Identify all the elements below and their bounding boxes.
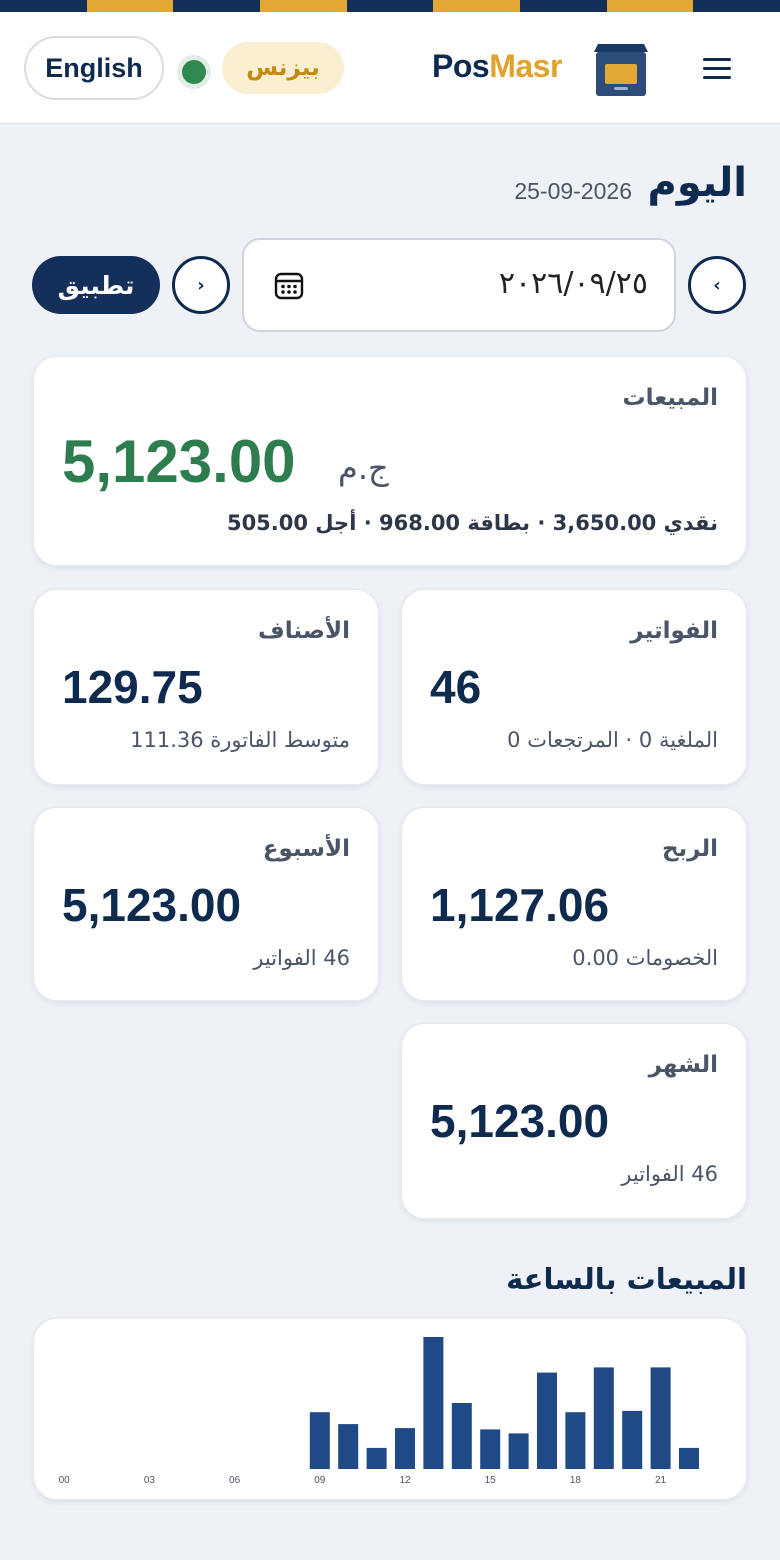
week-invoices-sub: 46 الفواتير	[253, 946, 350, 970]
chart-bar-hour-17	[537, 1372, 557, 1469]
menu-line	[703, 57, 731, 61]
chart-tick-label: 15	[485, 1475, 497, 1486]
chart-bar-hour-21	[650, 1367, 671, 1469]
month-label: الشهر	[648, 1052, 718, 1078]
profit-card: الربح 1,127.06 الخصومات 0.00	[401, 807, 747, 1001]
hamburger-menu-button[interactable]	[694, 48, 740, 88]
items-label: الأصناف	[258, 618, 350, 644]
top-stripe	[0, 0, 780, 12]
stripe-segment	[606, 0, 694, 12]
chart-bar-hour-14	[451, 1403, 472, 1469]
stripe-segment	[346, 0, 434, 12]
sales-payment-breakdown: نقدي 3,650.00 · بطاقة 968.00 · أجل 505.0…	[226, 511, 718, 535]
stripe-segment	[0, 0, 87, 12]
week-label: الأسبوع	[262, 836, 350, 862]
invoices-sub: الملغية 0 · المرتجعات 0	[507, 728, 718, 752]
chart-bar-hour-11	[366, 1447, 387, 1469]
hourly-sales-chart: 00 03 06 09 12 15 18 21	[59, 1337, 699, 1486]
profit-label: الربح	[661, 836, 718, 862]
stripe-segment	[260, 0, 347, 12]
chart-tick-label: 09	[314, 1475, 326, 1486]
stripe-segment	[520, 0, 607, 12]
top-bar: English بيزنس PosMasr	[0, 12, 780, 124]
discounts-sub: الخصومات 0.00	[572, 946, 718, 970]
chart-tick-label: 06	[229, 1475, 241, 1486]
chart-bar-hour-15	[480, 1429, 501, 1469]
page-title: اليوم	[647, 160, 747, 206]
sales-card: المبيعات 5,123.00 ج.م نقدي 3,650.00 · بط…	[33, 356, 747, 566]
chevron-left-icon: ‹	[713, 274, 721, 296]
items-card: الأصناف 129.75 متوسط الفاتورة 111.36	[33, 589, 379, 785]
week-value: 5,123.00	[62, 879, 242, 931]
date-field[interactable]: ٢٠٢٦/٠٩/٢٥	[242, 238, 676, 332]
stripe-segment	[693, 0, 780, 12]
chart-bar-hour-12	[395, 1428, 415, 1469]
invoices-value: 46	[430, 661, 482, 713]
chart-tick-label: 00	[59, 1475, 71, 1486]
store-box-logo-icon	[594, 44, 648, 96]
chart-bar-hour-22	[679, 1447, 699, 1469]
average-invoice-sub: متوسط الفاتورة 111.36	[130, 728, 350, 752]
language-toggle-button[interactable]: English	[24, 36, 164, 100]
week-card: الأسبوع 5,123.00 46 الفواتير	[33, 807, 379, 1001]
month-card: الشهر 5,123.00 46 الفواتير	[401, 1023, 747, 1219]
sales-label: المبيعات	[622, 385, 718, 411]
stripe-segment	[86, 0, 174, 12]
chart-tick-label: 21	[655, 1475, 667, 1486]
next-day-button[interactable]: ‹	[688, 256, 746, 314]
chart-bar-hour-16	[508, 1433, 529, 1469]
chart-bar-hour-19	[593, 1367, 614, 1469]
chart-bar-hour-20	[622, 1410, 643, 1469]
plan-badge: بيزنس	[222, 42, 344, 94]
month-value: 5,123.00	[430, 1095, 610, 1147]
apply-button[interactable]: تطبيق	[32, 256, 160, 314]
invoices-label: الفواتير	[630, 618, 718, 644]
month-invoices-sub: 46 الفواتير	[621, 1162, 718, 1186]
page-date: 25-09-2026	[514, 178, 632, 204]
chart-bar-hour-13	[423, 1337, 444, 1469]
brand-name-part2: Masr	[489, 48, 562, 84]
sales-total-value: 5,123.00	[62, 428, 296, 495]
menu-line	[703, 75, 731, 79]
profit-value: 1,127.06	[430, 879, 610, 931]
brand-name-part1: Pos	[432, 48, 490, 84]
chart-tick-label: 12	[399, 1475, 411, 1486]
stripe-segment	[173, 0, 261, 12]
date-field-value: ٢٠٢٦/٠٩/٢٥	[498, 266, 648, 301]
chart-bar-hour-10	[338, 1424, 359, 1469]
hourly-sales-title: المبيعات بالساعة	[506, 1262, 747, 1296]
currency-label: ج.م	[338, 449, 389, 487]
online-status-dot	[182, 60, 206, 84]
hourly-sales-chart-card: 00 03 06 09 12 15 18 21	[33, 1318, 747, 1500]
chart-tick-label: 18	[570, 1475, 582, 1486]
chart-bar-hour-09	[309, 1412, 330, 1469]
brand-name: PosMasr	[432, 48, 562, 88]
chevron-right-icon: ›	[197, 274, 205, 296]
previous-day-button[interactable]: ›	[172, 256, 230, 314]
calendar-icon[interactable]	[274, 270, 304, 300]
invoices-card: الفواتير 46 الملغية 0 · المرتجعات 0	[401, 589, 747, 785]
items-value: 129.75	[62, 661, 203, 713]
chart-bar-hour-18	[565, 1412, 586, 1469]
menu-line	[703, 66, 731, 70]
chart-tick-label: 03	[144, 1475, 156, 1486]
stripe-segment	[433, 0, 521, 12]
